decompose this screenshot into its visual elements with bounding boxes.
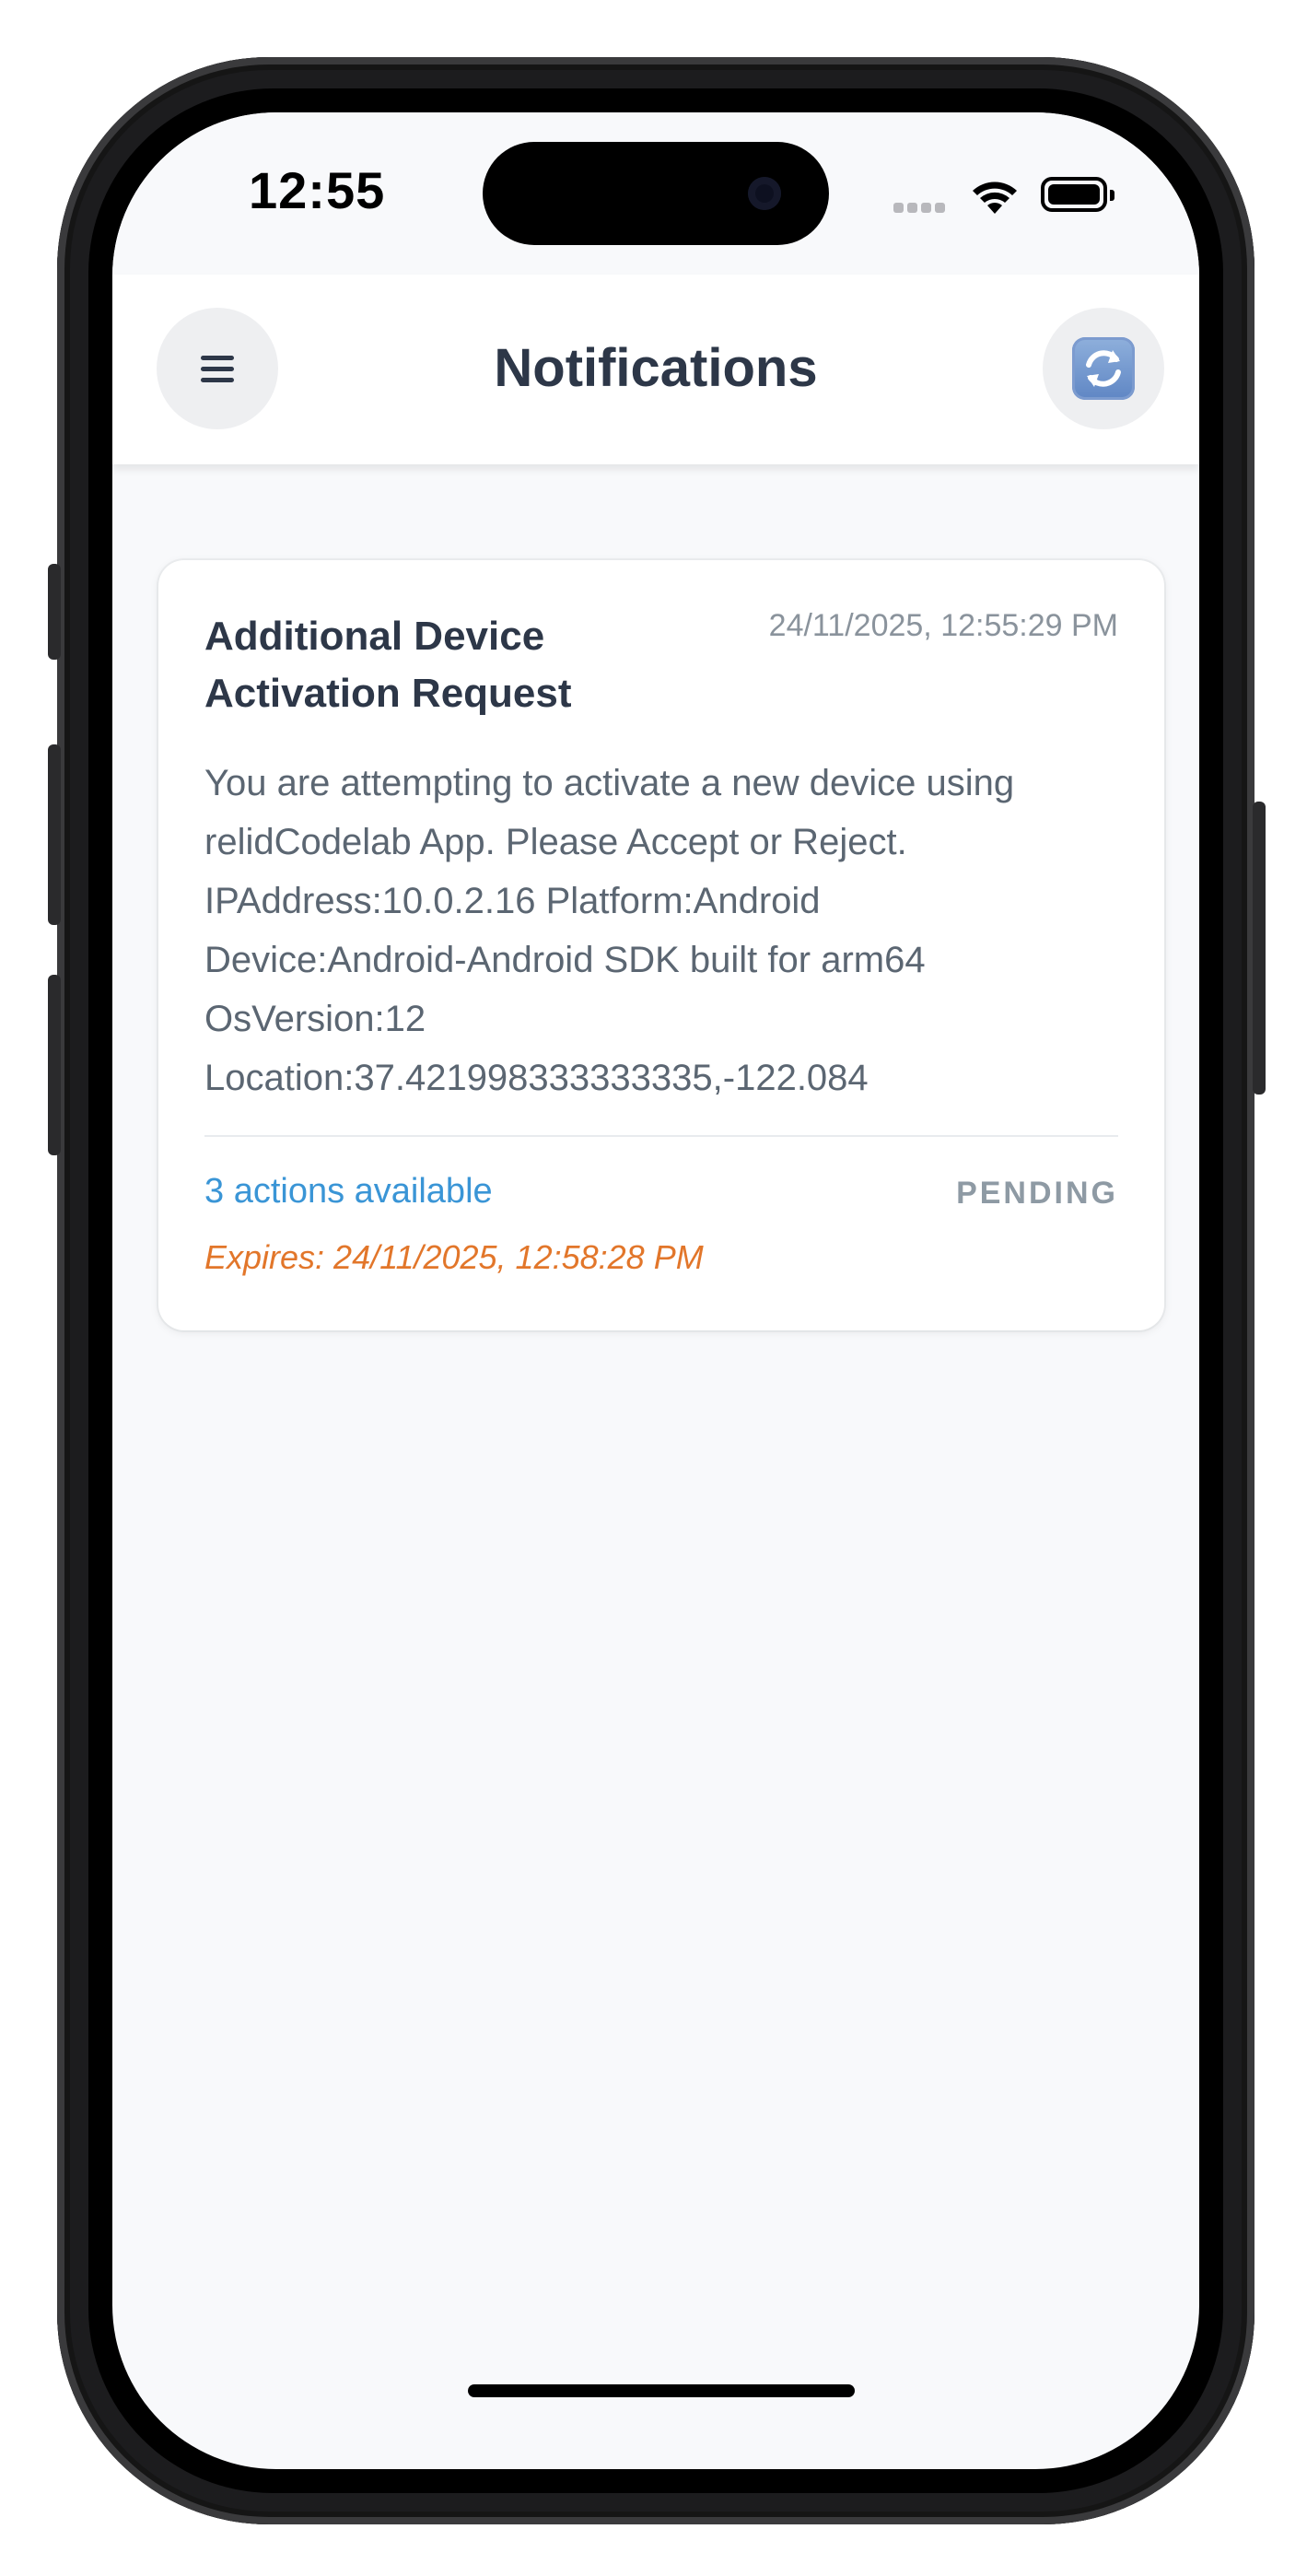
page-title: Notifications — [494, 338, 818, 398]
notification-body-line: IPAddress:10.0.2.16 Platform:Android — [204, 881, 821, 921]
refresh-button[interactable] — [1043, 308, 1164, 429]
notification-body: You are attempting to activate a new dev… — [204, 754, 1126, 1107]
volume-up-button — [48, 744, 61, 925]
notification-card[interactable]: Additional Device Activation Request 24/… — [158, 560, 1164, 1330]
power-button — [1253, 802, 1266, 1095]
expiry-text: Expires: 24/11/2025, 12:58:28 PM — [204, 1238, 704, 1276]
camera-icon — [748, 177, 781, 210]
notification-title: Additional Device Activation Request — [204, 614, 572, 716]
notification-body-line: relidCodelab App. Please Accept or Rejec… — [204, 822, 907, 862]
card-divider — [204, 1135, 1118, 1137]
status-time: 12:55 — [249, 161, 386, 219]
wifi-icon — [973, 181, 1017, 214]
notification-body-line: Location:37.421998333333335,-122.084 — [204, 1058, 869, 1098]
screen: 12:55 Notifications Additional Device Ac… — [112, 112, 1199, 2469]
refresh-icon — [1072, 337, 1135, 400]
notification-timestamp: 24/11/2025, 12:55:29 PM — [768, 608, 1118, 643]
volume-down-button — [48, 975, 61, 1155]
status-badge: PENDING — [956, 1176, 1118, 1211]
app-header: Notifications — [112, 275, 1199, 464]
action-button — [48, 564, 61, 660]
notification-body-line: You are attempting to activate a new dev… — [204, 763, 1015, 803]
notification-body-line: OsVersion:12 — [204, 999, 426, 1039]
status-bar: 12:55 — [112, 112, 1199, 275]
actions-available-link[interactable]: 3 actions available — [204, 1172, 493, 1212]
home-indicator[interactable] — [468, 2384, 855, 2397]
battery-icon — [1041, 177, 1114, 212]
notification-body-line: Device:Android-Android SDK built for arm… — [204, 940, 926, 980]
dynamic-island — [483, 142, 829, 245]
cellular-signal-icon — [893, 201, 951, 213]
